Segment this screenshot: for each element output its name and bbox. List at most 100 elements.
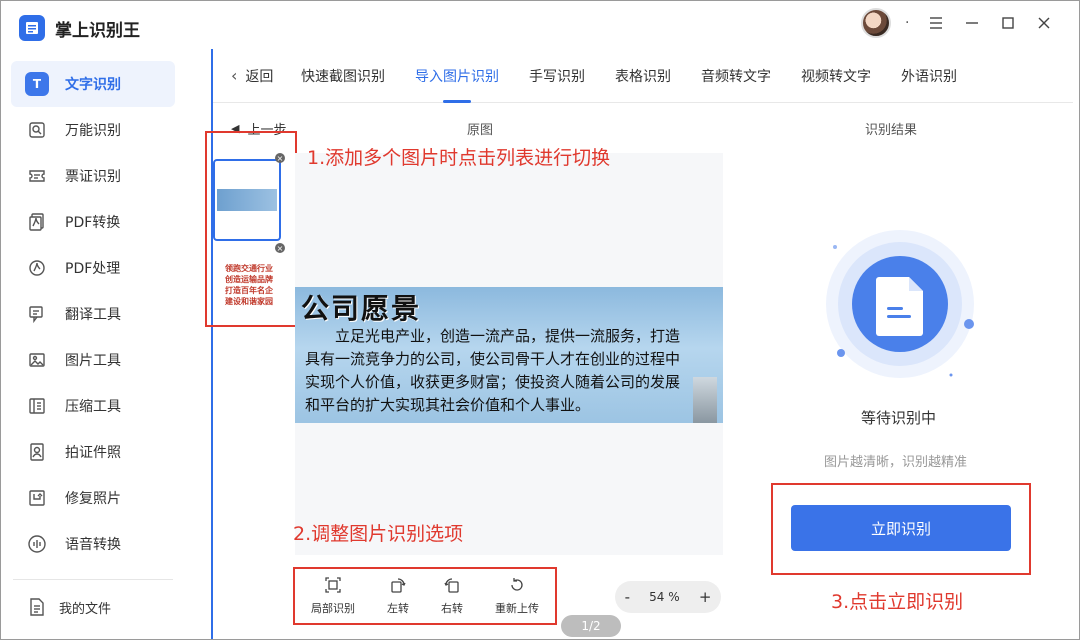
window-controls: · (861, 7, 1053, 39)
tool-label: 左转 (387, 602, 409, 615)
tab-table[interactable]: 表格识别 (615, 49, 671, 103)
sidebar-item-label: 压缩工具 (65, 399, 121, 415)
sidebar-item-ticket[interactable]: 票证识别 (11, 153, 191, 199)
tool-label: 右转 (441, 602, 463, 615)
sidebar-item-voice-convert[interactable]: 语音转换 (11, 521, 191, 567)
image-text-line: 具有一流竞争力的公司，使公司骨干人才在创业的过程中 (305, 350, 681, 368)
sidebar-item-image-tools[interactable]: 图片工具 (11, 337, 191, 383)
separator-dot: · (905, 15, 910, 31)
zoom-in-button[interactable]: + (699, 588, 712, 606)
annotation-2: 2.调整图片识别选项 (293, 523, 464, 545)
tab-bar: ‹ 返回 快速截图识别 导入图片识别 手写识别 表格识别 音频转文字 视频转文字… (213, 49, 1073, 103)
tool-label: 重新上传 (495, 602, 539, 615)
app-window: 掌上识别王 T 文字识别 万能识别 票证识别 PDF转换 PDF处理 翻译工具 … (0, 0, 1080, 640)
sidebar-item-universal[interactable]: 万能识别 (11, 107, 191, 153)
sidebar-item-label: PDF转换 (65, 215, 121, 231)
reupload-button[interactable]: 重新上传 (495, 576, 539, 616)
remove-thumbnail-2-icon[interactable]: × (275, 243, 285, 253)
minimize-icon[interactable] (963, 14, 981, 32)
close-icon[interactable] (1035, 14, 1053, 32)
image-text-line: 立足光电产业，创造一流产品，提供一流服务，打造 (335, 327, 681, 345)
voice-convert-icon (25, 532, 49, 556)
annotation-3: 3.点击立即识别 (831, 591, 964, 613)
image-title: 公司愿景 (301, 292, 422, 325)
universal-scan-icon (25, 118, 49, 142)
sidebar-nav: T 文字识别 万能识别 票证识别 PDF转换 PDF处理 翻译工具 图片工具 压… (11, 61, 191, 567)
repair-photo-icon (25, 486, 49, 510)
sidebar-item-translate[interactable]: 翻译工具 (11, 291, 191, 337)
thumbnail-2[interactable]: 领跑交通行业 创造运输品牌 打造百年名企 建设和谐家园 (213, 263, 285, 319)
waiting-document-icon (825, 229, 975, 379)
sidebar-divider (13, 579, 173, 580)
tool-label: 局部识别 (311, 602, 355, 615)
file-icon (25, 595, 49, 619)
pdf-process-icon (25, 256, 49, 280)
my-files-label: 我的文件 (59, 601, 112, 617)
zoom-out-button[interactable]: - (625, 588, 630, 606)
image-tools-icon (25, 348, 49, 372)
image-canvas[interactable]: 公司愿景 立足光电产业，创造一流产品，提供一流服务，打造 具有一流竞争力的公司，… (295, 153, 723, 637)
thumbnail-1-image (217, 189, 277, 211)
rotate-left-button[interactable]: 左转 (387, 576, 409, 616)
user-avatar[interactable] (861, 8, 891, 38)
sidebar-item-compress[interactable]: 压缩工具 (11, 383, 191, 429)
waiting-status: 等待识别中 (861, 409, 937, 427)
pdf-convert-icon (25, 210, 49, 234)
clarity-hint: 图片越清晰，识别越精准 (824, 455, 968, 470)
tab-handwriting[interactable]: 手写识别 (529, 49, 585, 103)
reupload-icon (508, 576, 526, 594)
sidebar-item-repair-photo[interactable]: 修复照片 (11, 475, 191, 521)
tab-audio-to-text[interactable]: 音频转文字 (701, 49, 771, 103)
rotate-left-icon (389, 576, 407, 594)
chevron-left-icon: ‹ (231, 66, 238, 85)
thumbnail-2-line: 创造运输品牌 (225, 275, 273, 284)
result-label: 识别结果 (865, 123, 918, 138)
tab-quick-screenshot[interactable]: 快速截图识别 (301, 49, 385, 103)
sidebar: 掌上识别王 T 文字识别 万能识别 票证识别 PDF转换 PDF处理 翻译工具 … (1, 1, 201, 639)
sidebar-item-label: 翻译工具 (65, 307, 121, 323)
thumbnail-1[interactable] (213, 159, 281, 241)
thumbnail-2-line: 打造百年名企 (225, 286, 273, 295)
menu-icon[interactable] (927, 14, 945, 32)
thumbnail-2-line: 建设和谐家园 (225, 297, 273, 306)
brand: 掌上识别王 (19, 13, 140, 43)
tab-video-to-text[interactable]: 视频转文字 (801, 49, 871, 103)
crop-recognize-button[interactable]: 局部识别 (311, 576, 355, 616)
my-files-link[interactable]: 我的文件 (25, 595, 111, 619)
translate-icon (25, 302, 49, 326)
recognize-now-button[interactable]: 立即识别 (791, 505, 1011, 551)
rotate-right-button[interactable]: 右转 (441, 576, 463, 616)
compress-icon (25, 394, 49, 418)
main-panel: ‹ 返回 快速截图识别 导入图片识别 手写识别 表格识别 音频转文字 视频转文字… (205, 49, 1073, 639)
remove-thumbnail-1-icon[interactable]: × (275, 153, 285, 163)
sidebar-item-pdf-process[interactable]: PDF处理 (11, 245, 191, 291)
id-photo-icon (25, 440, 49, 464)
back-button[interactable]: ‹ 返回 (231, 66, 301, 86)
image-text-line: 和平台的扩大实现其社会价值和个人事业。 (305, 396, 591, 414)
sidebar-item-label: 文字识别 (65, 77, 121, 93)
sidebar-item-label: 票证识别 (65, 169, 121, 185)
original-image-label: 原图 (467, 123, 494, 138)
sidebar-item-label: PDF处理 (65, 261, 121, 277)
sidebar-item-id-photo[interactable]: 拍证件照 (11, 429, 191, 475)
sidebar-item-label: 万能识别 (65, 123, 121, 139)
sidebar-item-pdf-convert[interactable]: PDF转换 (11, 199, 191, 245)
tab-import-image[interactable]: 导入图片识别 (415, 49, 499, 103)
text-recognition-icon: T (25, 72, 49, 96)
image-paragraph: 立足光电产业，创造一流产品，提供一流服务，打造 具有一流竞争力的公司，使公司骨干… (305, 325, 715, 417)
sidebar-item-text-recognition[interactable]: T 文字识别 (11, 61, 175, 107)
image-text-line: 实现个人价值，收获更多财富；使投资人随着公司的发展 (305, 373, 681, 391)
sidebar-item-label: 拍证件照 (65, 445, 121, 461)
image-tools-bar: 局部识别 左转 右转 重新上传 (293, 567, 557, 625)
sidebar-item-label: 修复照片 (65, 491, 121, 507)
image-building (693, 377, 717, 423)
sidebar-item-label: 语音转换 (65, 537, 121, 553)
crop-icon (324, 576, 342, 594)
ticket-icon (25, 164, 49, 188)
tab-foreign-language[interactable]: 外语识别 (901, 49, 957, 103)
maximize-icon[interactable] (999, 14, 1017, 32)
zoom-value: 54 % (649, 590, 680, 604)
source-image: 公司愿景 立足光电产业，创造一流产品，提供一流服务，打造 具有一流竞争力的公司，… (295, 287, 723, 423)
page-indicator: 1/2 (561, 615, 621, 637)
app-logo-icon (19, 15, 45, 41)
